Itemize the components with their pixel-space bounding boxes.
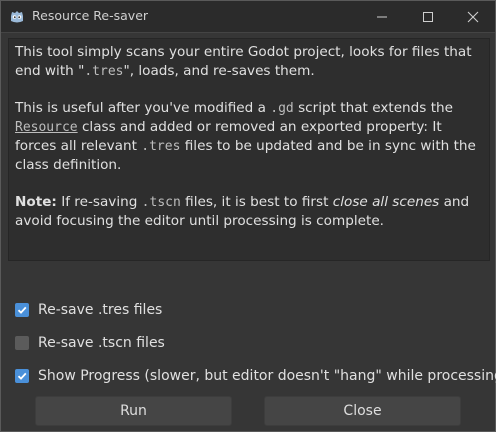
text: script that extends the xyxy=(293,100,454,116)
checkbox-checked-icon[interactable] xyxy=(15,369,29,383)
resave-tscn-checkbox[interactable]: Re-save .tscn files xyxy=(15,332,165,354)
text: ", loads, and re-saves them. xyxy=(123,63,315,79)
resource-link[interactable]: Resource xyxy=(15,120,78,135)
godot-icon xyxy=(9,9,25,25)
dialog-window: Resource Re-saver This tool simply scans… xyxy=(0,0,496,432)
code-tscn: .tscn xyxy=(141,195,181,210)
description-note: Note: If re-saving .tscn files, it is be… xyxy=(15,193,482,231)
run-button[interactable]: Run xyxy=(35,396,232,426)
checkbox-checked-icon[interactable] xyxy=(15,303,29,317)
maximize-icon[interactable] xyxy=(405,1,451,32)
text: files, it is best to first xyxy=(180,194,333,210)
show-progress-checkbox[interactable]: Show Progress (slower, but editor doesn'… xyxy=(15,365,496,387)
code-tres: .tres xyxy=(141,139,181,154)
window-title: Resource Re-saver xyxy=(32,8,149,23)
description-panel: This tool simply scans your entire Godot… xyxy=(8,38,490,261)
code-gd: .gd xyxy=(270,101,294,116)
close-button[interactable]: Close xyxy=(264,396,461,426)
note-label: Note: xyxy=(15,194,57,210)
minimize-icon[interactable] xyxy=(359,1,405,32)
description-paragraph-1: This tool simply scans your entire Godot… xyxy=(15,43,482,81)
code-tres: .tres xyxy=(84,64,124,79)
checkbox-label: Re-save .tscn files xyxy=(38,335,165,351)
text: If re-saving xyxy=(56,194,142,210)
close-icon[interactable] xyxy=(450,1,496,32)
resave-tres-checkbox[interactable]: Re-save .tres files xyxy=(15,299,162,321)
emphasis-text: close all scenes xyxy=(332,194,440,210)
description-paragraph-2: This is useful after you've modified a .… xyxy=(15,99,482,175)
checkbox-label: Re-save .tres files xyxy=(38,302,163,318)
checkbox-label: Show Progress (slower, but editor doesn'… xyxy=(38,368,496,384)
text: This is useful after you've modified a xyxy=(15,100,271,116)
checkbox-unchecked-icon[interactable] xyxy=(15,336,29,350)
title-bar[interactable]: Resource Re-saver xyxy=(1,1,495,33)
